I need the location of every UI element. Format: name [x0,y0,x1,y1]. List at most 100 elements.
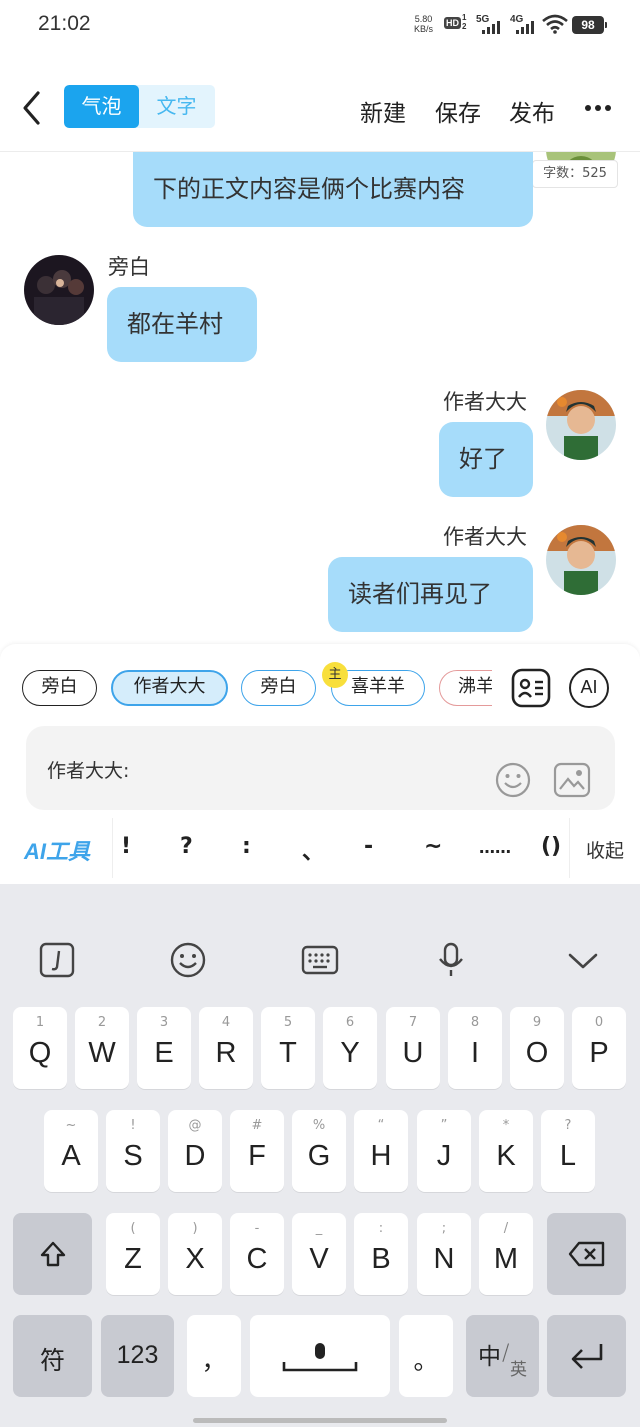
character-chip[interactable]: 旁白 [22,670,97,706]
key-m[interactable]: / M [479,1213,533,1295]
tab-bubble[interactable]: 气泡 [64,85,139,128]
hd-badge: HD [444,17,461,29]
home-indicator[interactable] [193,1418,447,1423]
punctuation-bar: ! ? : 、 - ~ …… () [112,818,570,878]
message-bubble[interactable]: 好了 [439,422,533,497]
enter-icon [571,1344,603,1369]
message-bubble[interactable]: 下的正文内容是俩个比赛内容 [133,152,533,227]
keyboard-toolbar [0,884,640,1004]
signal-5g-icon [482,20,504,34]
punct-colon[interactable]: : [242,834,251,859]
hd-sub-bottom: 2 [462,22,467,31]
language-switch-key[interactable]: 中 / 英 [466,1315,539,1397]
key-w[interactable]: 2W [75,1007,129,1089]
key-b[interactable]: :B [354,1213,408,1295]
message-input[interactable]: 作者大大: [26,726,615,810]
backspace-key[interactable] [547,1213,626,1295]
ai-button[interactable]: AI [569,668,609,708]
clipboard-icon[interactable] [37,940,77,980]
app-screen: 21:02 5.80 KB/s HD 1 2 5G 4G 98 气泡 文字 新建… [0,0,640,1427]
language-main-label: 中 [478,1344,501,1370]
key-x[interactable]: ) X [168,1213,222,1295]
key-u[interactable]: 7U [386,1007,440,1089]
key-c[interactable]: -C [230,1213,284,1295]
collapse-button[interactable]: 收起 [586,836,624,863]
author-avatar[interactable] [546,525,616,595]
punct-pause[interactable]: 、 [302,834,324,866]
message-sender-name: 作者大大 [443,525,527,549]
word-count-badge: 字数：525 [532,160,618,188]
character-chip-list[interactable]: 旁白 作者大大 旁白 喜羊羊 沸羊 [20,668,492,708]
emoji-icon[interactable] [168,940,208,980]
battery-icon: 98 [572,16,607,34]
key-p[interactable]: 0P [572,1007,626,1089]
ai-tool-button[interactable]: AI工具 [24,834,90,866]
key-k[interactable]: * K [479,1110,533,1192]
character-manage-icon[interactable] [511,668,551,708]
punct-ellipsis[interactable]: …… [479,838,511,857]
editor-header: 气泡 文字 新建 保存 发布 [0,72,640,144]
publish-button[interactable]: 发布 [509,94,555,128]
punct-dash[interactable]: - [364,834,373,859]
chevron-left-icon[interactable] [18,88,46,128]
punct-exclamation[interactable]: ! [121,834,131,859]
key-e[interactable]: 3E [137,1007,191,1089]
comma-key[interactable]: ， [187,1315,241,1397]
language-sub-label: 英 [510,1360,527,1380]
character-chip[interactable]: 沸羊 [439,670,492,706]
message-bubble[interactable]: 都在羊村 [107,287,257,362]
key-v[interactable]: _ V [292,1213,346,1295]
message-bubble[interactable]: 读者们再见了 [328,557,533,632]
number-key[interactable]: 123 [101,1315,174,1397]
character-chip-selected[interactable]: 作者大大 [111,670,228,706]
punct-parentheses[interactable]: () [541,834,561,859]
hd-sub-top: 1 [462,13,467,22]
chevron-down-icon[interactable] [563,940,603,980]
chat-area[interactable]: 字数：525 下的正文内容是俩个比赛内容 旁白 都在羊村 作者大大 好了 作者大… [0,152,640,644]
emoji-icon[interactable] [495,762,531,798]
key-q[interactable]: 1Q [13,1007,67,1089]
key-a[interactable]: ~ A [44,1110,98,1192]
status-bar: 21:02 5.80 KB/s HD 1 2 5G 4G 98 [0,0,640,52]
save-button[interactable]: 保存 [435,94,481,128]
key-r[interactable]: 4R [199,1007,253,1089]
key-o[interactable]: 9O [510,1007,564,1089]
enter-key[interactable] [547,1315,626,1397]
more-horizontal-icon[interactable] [585,105,613,113]
punct-question[interactable]: ? [180,834,193,859]
key-t[interactable]: 5T [261,1007,315,1089]
image-icon[interactable] [553,762,591,798]
symbol-key[interactable]: 符 [13,1315,92,1397]
key-s[interactable]: ! S [106,1110,160,1192]
period-key[interactable]: 。 [399,1315,453,1397]
shift-icon [40,1241,66,1267]
tool-row: AI工具 ! ? : 、 - ~ …… () 收起 [0,818,640,878]
narrator-avatar[interactable] [24,255,94,325]
key-i[interactable]: 8I [448,1007,502,1089]
voice-space-icon [282,1343,358,1372]
key-h[interactable]: “H [354,1110,408,1192]
microphone-icon[interactable] [431,940,471,980]
key-y[interactable]: 6Y [323,1007,377,1089]
key-f[interactable]: # F [230,1110,284,1192]
punct-tilde[interactable]: ~ [424,834,442,859]
backspace-icon [568,1241,605,1267]
key-j[interactable]: ” J [417,1110,471,1192]
message-sender-name: 作者大大 [443,390,527,414]
network-speed-value: 5.80 [414,14,433,24]
shift-key[interactable] [13,1213,92,1295]
key-g[interactable]: % G [292,1110,346,1192]
tab-text[interactable]: 文字 [139,85,214,128]
key-z[interactable]: (Z [106,1213,160,1295]
key-n[interactable]: ; N [417,1213,471,1295]
hd-sub-badge: 1 2 [462,13,466,31]
character-chip[interactable]: 旁白 [241,670,316,706]
space-key[interactable] [250,1315,390,1397]
new-button[interactable]: 新建 [360,94,406,128]
keyboard-icon[interactable] [300,940,340,980]
network-speed: 5.80 KB/s [414,14,433,34]
author-avatar[interactable] [546,390,616,460]
key-d[interactable]: @ D [168,1110,222,1192]
key-l[interactable]: ? L [541,1110,595,1192]
network-speed-unit: KB/s [414,24,434,34]
